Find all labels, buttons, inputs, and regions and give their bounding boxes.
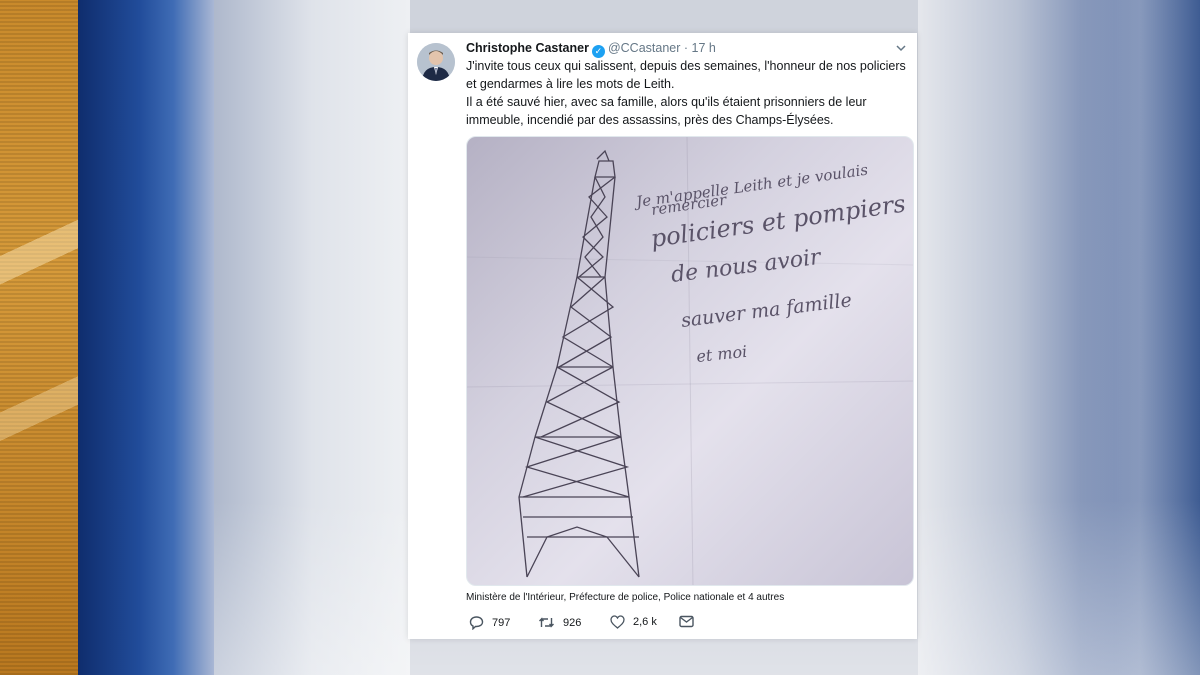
like-icon [610, 615, 625, 629]
chevron-down-icon[interactable] [895, 41, 907, 53]
author-name[interactable]: Christophe Castaner [466, 41, 589, 55]
message-button[interactable] [679, 615, 694, 628]
tweet-paragraph-2: Il a été sauvé hier, avec sa famille, al… [466, 95, 867, 127]
handwriting-line-5: sauver ma famille [680, 289, 853, 332]
retweet-count: 926 [563, 616, 582, 629]
message-icon [679, 615, 694, 628]
blue-left-panel [78, 0, 214, 675]
like-button[interactable]: 2,6 k [610, 615, 657, 629]
header-separator: · [683, 41, 689, 55]
tweet-header: Christophe Castaner ✓ @CCastaner · 17 h [466, 39, 907, 59]
tweet-card: Christophe Castaner ✓ @CCastaner · 17 h J'… [408, 33, 917, 639]
handwriting-line-4: de nous avoir [670, 245, 824, 288]
handwritten-note: Je m'appelle Leith et je voulais remerci… [632, 161, 907, 366]
tweet-time[interactable]: 17 h [692, 41, 716, 55]
tagged-accounts[interactable]: Ministère de l'Intérieur, Préfecture de … [466, 591, 906, 605]
retweet-icon [538, 615, 555, 630]
gold-stripe-decoration [0, 0, 78, 675]
retweet-button[interactable]: 926 [538, 615, 581, 630]
avatar[interactable] [417, 43, 455, 81]
reply-count: 797 [492, 616, 511, 629]
like-count: 2,6 k [633, 616, 657, 628]
tweet-paragraph-1: J'invite tous ceux qui salissent, depuis… [466, 59, 906, 91]
author-handle[interactable]: @CCastaner [608, 41, 680, 55]
reply-icon [469, 615, 484, 630]
handwriting-line-6: et moi [695, 342, 748, 366]
tweet-text: J'invite tous ceux qui salissent, depuis… [466, 57, 906, 129]
reply-button[interactable]: 797 [469, 615, 510, 630]
tweet-actions: 797 926 2,6 k [466, 615, 906, 635]
tweet-photo[interactable]: Je m'appelle Leith et je voulais remerci… [466, 136, 914, 586]
